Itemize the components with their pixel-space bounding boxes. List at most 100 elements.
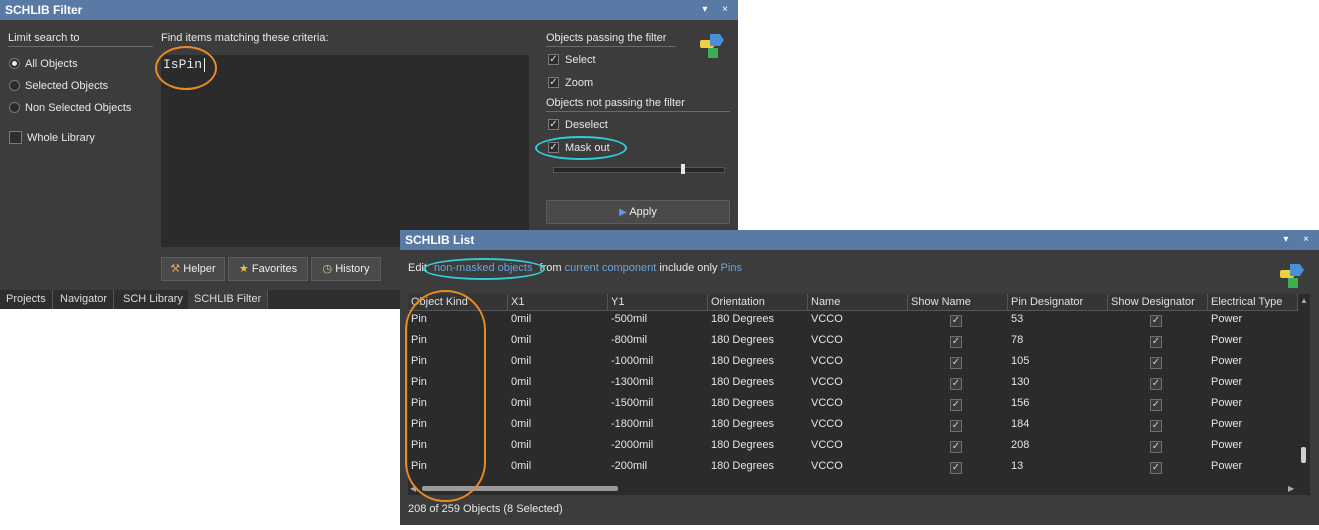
mask-out-highlight-ring bbox=[535, 136, 627, 160]
cell-name: VCCO bbox=[811, 355, 843, 367]
vertical-scrollbar[interactable]: ▲ bbox=[1298, 294, 1310, 483]
cell-show-designator-checkbox[interactable]: ✓ bbox=[1150, 336, 1162, 348]
mask-slider-thumb[interactable] bbox=[681, 164, 685, 174]
cell-show-name-checkbox[interactable]: ✓ bbox=[950, 420, 962, 432]
filter-apply-icon bbox=[700, 32, 726, 58]
table-row[interactable]: Pin 0mil -1500mil 180 Degrees VCCO 156 Power ✓ ✓ bbox=[408, 395, 1298, 416]
cell-show-designator-checkbox[interactable]: ✓ bbox=[1150, 378, 1162, 390]
cell-show-name-checkbox[interactable]: ✓ bbox=[950, 315, 962, 327]
table-row[interactable]: Pin 0mil -500mil 180 Degrees VCCO 53 Power ✓ ✓ bbox=[408, 311, 1298, 332]
cell-x1: 0mil bbox=[511, 313, 532, 325]
cell-etype: Power bbox=[1211, 376, 1243, 388]
cell-show-name-checkbox[interactable]: ✓ bbox=[950, 441, 962, 453]
cell-y1: -1800mil bbox=[611, 418, 654, 430]
scroll-up-icon[interactable]: ▲ bbox=[1300, 296, 1308, 305]
cell-show-name-checkbox[interactable]: ✓ bbox=[950, 357, 962, 369]
include-text: include only bbox=[659, 262, 718, 274]
status-text: 208 of 259 Objects (8 Selected) bbox=[408, 503, 563, 515]
source-link[interactable]: current component bbox=[565, 262, 657, 274]
passing-heading-divider bbox=[546, 46, 676, 47]
favorites-button[interactable]: ★ Favorites bbox=[228, 257, 308, 281]
history-button[interactable]: ◷ History bbox=[311, 257, 381, 281]
zoom-checkbox[interactable]: ✓ bbox=[548, 77, 559, 88]
kinds-link[interactable]: Pins bbox=[721, 262, 742, 274]
cell-show-name-checkbox[interactable]: ✓ bbox=[950, 336, 962, 348]
cell-etype: Power bbox=[1211, 355, 1243, 367]
cell-etype: Power bbox=[1211, 397, 1243, 409]
horizontal-scrollbar[interactable]: ◀ ▶ bbox=[408, 483, 1310, 495]
mask-slider-track bbox=[553, 167, 725, 173]
not-passing-heading-divider bbox=[546, 111, 730, 112]
table-row[interactable]: Pin 0mil -1000mil 180 Degrees VCCO 105 Power ✓ ✓ bbox=[408, 353, 1298, 374]
cell-orientation: 180 Degrees bbox=[711, 334, 774, 346]
column-header[interactable]: Y1 bbox=[608, 294, 708, 310]
scope-label-all: All Objects bbox=[25, 58, 78, 70]
cell-show-designator-checkbox[interactable]: ✓ bbox=[1150, 441, 1162, 453]
column-header[interactable]: Name bbox=[808, 294, 908, 310]
cell-y1: -2000mil bbox=[611, 439, 654, 451]
cell-show-designator-checkbox[interactable]: ✓ bbox=[1150, 462, 1162, 474]
deselect-label: Deselect bbox=[565, 119, 608, 131]
cell-name: VCCO bbox=[811, 397, 843, 409]
cell-etype: Power bbox=[1211, 439, 1243, 451]
cell-orientation: 180 Degrees bbox=[711, 460, 774, 472]
scope-radio-all[interactable] bbox=[9, 58, 20, 69]
star-icon: ★ bbox=[238, 263, 249, 275]
helper-label: Helper bbox=[183, 263, 216, 275]
cell-orientation: 180 Degrees bbox=[711, 313, 774, 325]
cell-show-designator-checkbox[interactable]: ✓ bbox=[1150, 420, 1162, 432]
column-header[interactable]: Orientation bbox=[708, 294, 808, 310]
filter-window-buttons[interactable]: ▾ × bbox=[702, 0, 734, 20]
scroll-right-icon[interactable]: ▶ bbox=[1288, 484, 1294, 493]
non-masked-highlight-ring bbox=[423, 258, 545, 280]
column-header[interactable]: X1 bbox=[508, 294, 608, 310]
list-window-buttons[interactable]: ▾ × bbox=[1283, 230, 1315, 250]
cell-show-name-checkbox[interactable]: ✓ bbox=[950, 399, 962, 411]
tab-sch-library[interactable]: SCH Library bbox=[117, 290, 190, 309]
deselect-checkbox[interactable]: ✓ bbox=[548, 119, 559, 130]
apply-button[interactable]: ▶ Apply bbox=[546, 200, 730, 224]
vertical-scroll-thumb[interactable] bbox=[1301, 447, 1306, 463]
limit-heading-divider bbox=[8, 46, 153, 47]
list-title: SCHLIB List bbox=[405, 233, 475, 247]
tab-navigator[interactable]: Navigator bbox=[54, 290, 115, 309]
cell-show-name-checkbox[interactable]: ✓ bbox=[950, 462, 962, 474]
column-header[interactable]: Pin Designator bbox=[1008, 294, 1108, 310]
cell-x1: 0mil bbox=[511, 334, 532, 346]
cell-show-designator-checkbox[interactable]: ✓ bbox=[1150, 399, 1162, 411]
cell-orientation: 180 Degrees bbox=[711, 355, 774, 367]
tab-projects[interactable]: Projects bbox=[0, 290, 53, 309]
cell-show-name-checkbox[interactable]: ✓ bbox=[950, 378, 962, 390]
query-input[interactable]: IsPin bbox=[161, 55, 529, 247]
cell-y1: -1300mil bbox=[611, 376, 654, 388]
cell-show-designator-checkbox[interactable]: ✓ bbox=[1150, 315, 1162, 327]
select-checkbox[interactable]: ✓ bbox=[548, 54, 559, 65]
table-row[interactable]: Pin 0mil -1300mil 180 Degrees VCCO 130 Power ✓ ✓ bbox=[408, 374, 1298, 395]
cell-x1: 0mil bbox=[511, 439, 532, 451]
whole-library-label: Whole Library bbox=[27, 132, 95, 144]
grid-header: Object Kind X1 Y1 Orientation Name Show Name P… bbox=[408, 294, 1298, 311]
query-highlight-ring bbox=[155, 46, 217, 90]
cell-x1: 0mil bbox=[511, 355, 532, 367]
table-row[interactable]: Pin 0mil -200mil 180 Degrees VCCO 13 Power ✓ ✓ bbox=[408, 458, 1298, 479]
cell-y1: -1000mil bbox=[611, 355, 654, 367]
cell-y1: -1500mil bbox=[611, 397, 654, 409]
whole-library-checkbox[interactable] bbox=[9, 131, 22, 144]
table-row[interactable]: Pin 0mil -800mil 180 Degrees VCCO 78 Power ✓ ✓ bbox=[408, 332, 1298, 353]
column-header[interactable]: Show Designator bbox=[1108, 294, 1208, 310]
object-kind-highlight-ring bbox=[405, 290, 486, 502]
column-header[interactable]: Show Name bbox=[908, 294, 1008, 310]
scope-radio-selected[interactable] bbox=[9, 80, 20, 91]
cell-y1: -500mil bbox=[611, 313, 648, 325]
table-row[interactable]: Pin 0mil -1800mil 180 Degrees VCCO 184 Power ✓ ✓ bbox=[408, 416, 1298, 437]
helper-button[interactable]: ⚒ Helper bbox=[161, 257, 225, 281]
scope-radio-non-selected[interactable] bbox=[9, 102, 20, 113]
cell-designator: 105 bbox=[1011, 355, 1030, 367]
table-row[interactable]: Pin 0mil -2000mil 180 Degrees VCCO 208 Power ✓ ✓ bbox=[408, 437, 1298, 458]
tab-schlib-filter[interactable]: SCHLIB Filter bbox=[188, 290, 269, 309]
cell-show-designator-checkbox[interactable]: ✓ bbox=[1150, 357, 1162, 369]
mask-level-slider[interactable] bbox=[553, 164, 725, 174]
column-header[interactable]: Electrical Type bbox=[1208, 294, 1298, 310]
cell-etype: Power bbox=[1211, 460, 1243, 472]
cell-name: VCCO bbox=[811, 376, 843, 388]
